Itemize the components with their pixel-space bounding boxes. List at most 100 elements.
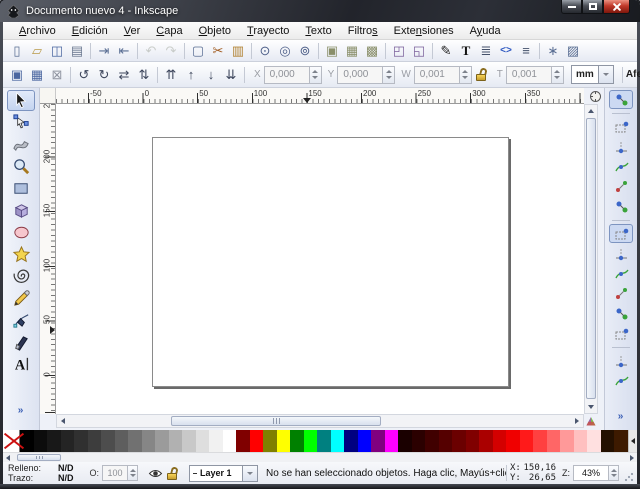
document-properties-button[interactable]: ▨ [563,42,583,60]
horizontal-scrollbar[interactable] [56,414,584,428]
snap-smooth-nodes-button[interactable] [609,304,633,323]
selector-tool[interactable] [7,90,35,111]
aspect-lock-icon[interactable] [475,68,488,81]
field-w-input[interactable]: 0,001 [414,66,460,84]
star-tool[interactable] [7,244,35,265]
unlink-clone-button[interactable]: ▩ [362,42,382,60]
color-swatch[interactable] [223,430,237,452]
export-button[interactable]: ⇤ [114,42,134,60]
menu-ver[interactable]: Ver [116,23,149,39]
open-document-button[interactable]: ▱ [27,42,47,60]
field-t-spinner[interactable] [552,66,564,84]
snap-path-intersections-button[interactable] [609,264,633,283]
text-tool[interactable]: A [7,354,35,375]
pen-tool[interactable] [7,310,35,331]
vertical-ruler[interactable]: 250200150100500 [40,104,56,414]
color-swatch[interactable] [196,430,210,452]
unit-dropdown-button[interactable] [599,65,614,84]
spiral-tool[interactable] [7,266,35,287]
snap-paths-button[interactable] [609,244,633,263]
ellipse-tool[interactable] [7,222,35,243]
horizontal-ruler[interactable]: -50050100150200250300350 [56,88,584,104]
snap-cusp-nodes-button[interactable] [609,284,633,303]
flip-horizontal-button[interactable]: ⇄ [114,66,134,84]
lower-button[interactable]: ↓ [201,66,221,84]
snap-bbox-edges-button[interactable] [609,137,633,156]
color-swatch[interactable] [317,430,331,452]
menu-extensiones[interactable]: Extensiones [386,23,462,39]
field-t-input[interactable]: 0,001 [506,66,552,84]
rectangle-tool[interactable] [7,178,35,199]
snap-object-centers-button[interactable] [609,351,633,370]
clone-button[interactable]: ▦ [342,42,362,60]
ruler-corner-button[interactable] [587,88,603,104]
field-y-spinner[interactable] [383,66,395,84]
color-swatch[interactable] [277,430,291,452]
snap-midpoints-button[interactable] [609,324,633,343]
calligraphy-tool[interactable] [7,332,35,353]
color-swatch[interactable] [115,430,129,452]
color-swatch[interactable] [290,430,304,452]
scroll-down-button[interactable] [585,401,597,413]
scroll-up-button[interactable] [585,105,597,117]
color-swatch[interactable] [520,430,534,452]
horizontal-scroll-thumb[interactable] [171,416,381,426]
menu-objeto[interactable]: Objeto [191,23,239,39]
zoom-input[interactable]: 43% [573,465,609,481]
deselect-button[interactable]: ⊠ [47,66,67,84]
title-bar[interactable]: Documento nuevo 4 - Inkscape [0,0,640,22]
color-swatch[interactable] [344,430,358,452]
paste-button[interactable]: ▥ [228,42,248,60]
minimize-button[interactable] [561,0,582,14]
fill-stroke-indicator[interactable]: Relleno: N/D Trazo: N/D [3,463,74,483]
palette-more-button[interactable] [629,430,637,452]
color-swatch[interactable] [74,430,88,452]
opacity-input[interactable]: 100 [102,465,128,481]
box3d-tool[interactable] [7,200,35,221]
unit-selector[interactable]: mm [571,65,614,84]
tweak-tool[interactable] [7,134,35,155]
menu-ayuda[interactable]: Ayuda [462,23,509,39]
duplicate-button[interactable]: ▣ [322,42,342,60]
close-button[interactable] [603,0,630,14]
fill-stroke-button[interactable]: ✎ [436,42,456,60]
field-x-spinner[interactable] [310,66,322,84]
save-button[interactable]: ◫ [47,42,67,60]
raise-to-top-button[interactable]: ⇈ [161,66,181,84]
layer-dropdown-button[interactable] [243,465,258,482]
snap-nodes-button[interactable] [609,224,633,243]
canvas[interactable] [56,104,584,414]
scroll-right-button[interactable] [571,415,583,427]
color-swatch[interactable] [250,430,264,452]
zoom-selection-button[interactable]: ⊙ [255,42,275,60]
color-managed-display-toggle[interactable] [584,414,598,428]
maximize-button[interactable] [582,0,603,14]
snap-rotation-centers-button[interactable] [609,371,633,390]
group-button[interactable]: ◰ [389,42,409,60]
current-layer[interactable]: Layer 1 [189,465,243,482]
menu-filtros[interactable]: Filtros [340,23,386,39]
print-button[interactable]: ▤ [67,42,87,60]
color-swatch[interactable] [412,430,426,452]
layer-visibility-eye-icon[interactable] [148,468,163,479]
color-swatch[interactable] [466,430,480,452]
color-swatch[interactable] [371,430,385,452]
color-swatch[interactable] [47,430,61,452]
color-swatch[interactable] [236,430,250,452]
color-swatch[interactable] [425,430,439,452]
rotate-cw-button[interactable]: ↻ [94,66,114,84]
color-swatch[interactable] [587,430,601,452]
zoom-tool[interactable] [7,156,35,177]
color-swatch[interactable] [601,430,615,452]
rotate-ccw-button[interactable]: ↺ [74,66,94,84]
color-swatch[interactable] [533,430,547,452]
copy-button[interactable]: ▢ [188,42,208,60]
color-swatch[interactable] [128,430,142,452]
color-swatch[interactable] [479,430,493,452]
undo-button[interactable]: ↶ [141,42,161,60]
select-all-layers-button[interactable]: ▦ [27,66,47,84]
text-dialog-button[interactable]: T [456,42,476,60]
color-swatch[interactable] [547,430,561,452]
color-swatch[interactable] [263,430,277,452]
color-swatch[interactable] [304,430,318,452]
